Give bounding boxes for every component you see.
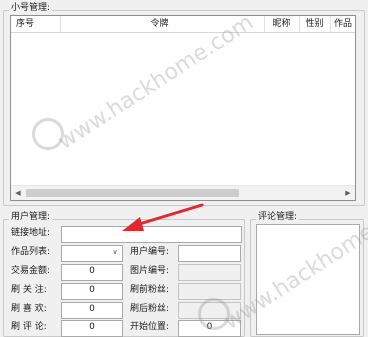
start-position-label: 开始位置: xyxy=(130,322,170,332)
amount-label: 交易金额: xyxy=(11,266,51,276)
user-id-label: 用户编号: xyxy=(130,247,170,257)
comment-count-input[interactable]: 0 xyxy=(61,320,123,337)
column-header-works[interactable]: 作品 xyxy=(330,16,355,32)
scroll-thumb[interactable] xyxy=(26,189,239,197)
like-input[interactable]: 0 xyxy=(61,302,123,319)
account-list[interactable]: 序号 令牌 昵称 性别 作品 ◀ ▶ xyxy=(10,15,356,201)
link-label: 链接地址: xyxy=(11,228,51,238)
image-id-field xyxy=(178,264,241,281)
follow-input[interactable]: 0 xyxy=(61,283,123,300)
comment-count-label: 刷 评 论: xyxy=(11,322,47,332)
fans-after-field xyxy=(178,302,241,319)
column-header-nickname[interactable]: 昵称 xyxy=(264,16,300,32)
follow-label: 刷 关 注: xyxy=(11,285,47,295)
user-id-input[interactable] xyxy=(178,245,241,262)
comment-textarea[interactable] xyxy=(256,224,360,335)
works-label: 作品列表: xyxy=(11,247,51,257)
comment-group-title: 评论管理: xyxy=(256,212,300,223)
column-header-gender[interactable]: 性别 xyxy=(299,16,331,32)
amount-input[interactable]: 0 xyxy=(61,264,123,281)
scroll-right-icon[interactable]: ▶ xyxy=(341,186,355,200)
like-label: 刷 喜 欢: xyxy=(11,304,47,314)
column-header-index[interactable]: 序号 xyxy=(11,16,61,32)
fans-before-label: 刷前粉丝: xyxy=(130,285,170,295)
works-dropdown[interactable]: ∨ xyxy=(61,245,123,262)
fans-after-label: 刷后粉丝: xyxy=(130,304,170,314)
fans-before-field xyxy=(178,283,241,300)
image-id-label: 图片编号: xyxy=(130,266,170,276)
scroll-left-icon[interactable]: ◀ xyxy=(11,186,25,200)
start-position-input[interactable]: 0 xyxy=(178,320,241,337)
user-group-title: 用户管理: xyxy=(9,212,53,223)
chevron-down-icon[interactable]: ∨ xyxy=(109,246,121,259)
column-header-token[interactable]: 令牌 xyxy=(55,16,265,32)
account-group-title: 小号管理: xyxy=(9,3,53,14)
account-list-header: 序号 令牌 昵称 性别 作品 xyxy=(11,16,355,33)
red-arrow-icon xyxy=(122,203,204,231)
horizontal-scrollbar[interactable]: ◀ ▶ xyxy=(11,185,355,200)
